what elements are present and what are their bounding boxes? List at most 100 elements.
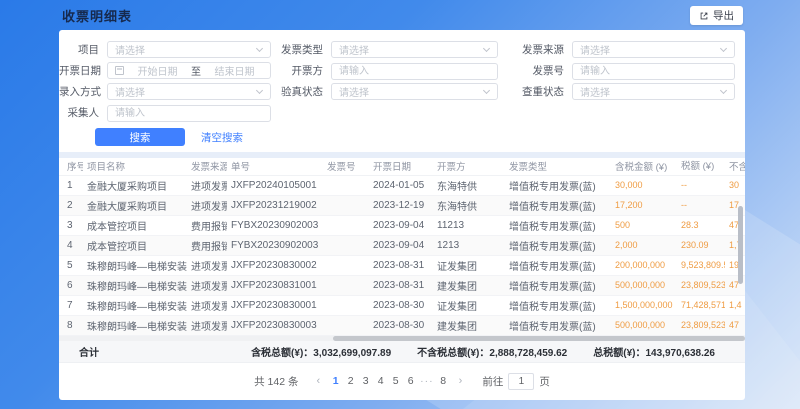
cell-tax: 9,523,809.52 [677, 255, 725, 275]
summary-amount-excl-tax: 不含税总额(¥)：2,888,728,459.62 [417, 344, 567, 359]
filter-label-entry-method: 录入方式 [59, 84, 107, 99]
search-button[interactable]: 搜索 [95, 128, 185, 146]
cell-invoice_no [323, 195, 369, 215]
chevron-down-icon [483, 88, 490, 95]
cell-tax: 23,809,523.81 [677, 315, 725, 335]
verify-status-select[interactable]: 请选择 [331, 83, 498, 100]
cell-tax: -- [677, 195, 725, 215]
page-button-4[interactable]: 4 [373, 375, 388, 387]
column-header-project: 项目名称 [83, 158, 187, 175]
cell-issuer: 建发集团 [433, 315, 505, 335]
cell-tax: 28.3 [677, 215, 725, 235]
column-header-amount_incl: 含税金额 (¥) [611, 158, 677, 175]
project-select[interactable]: 请选择 [107, 41, 271, 58]
table-row: 2金融大厦采购项目进项发票JXFP202312190022023-12-19东海… [59, 195, 745, 215]
cell-doc_no: JXFP20230830002 [227, 255, 323, 275]
issuer-input[interactable] [331, 63, 498, 80]
project-select-placeholder: 请选择 [115, 42, 145, 57]
cell-project: 珠穆朗玛峰—电梯安装 [83, 275, 187, 295]
page-title: 收票明细表 [62, 6, 132, 25]
horizontal-scrollbar[interactable] [333, 336, 745, 341]
table-header-row: 序号项目名称发票来源单号发票号开票日期开票方发票类型含税金额 (¥)税额 (¥)… [59, 158, 745, 175]
next-page-button[interactable]: › [456, 375, 466, 387]
invoice-source-select-placeholder: 请选择 [580, 42, 610, 57]
dup-status-select[interactable]: 请选择 [572, 83, 735, 100]
cell-date: 2023-08-31 [369, 275, 433, 295]
cell-no: 3 [59, 215, 83, 235]
cell-project: 珠穆朗玛峰—电梯安装 [83, 255, 187, 275]
clear-search-link[interactable]: 清空搜索 [201, 130, 243, 145]
start-date-placeholder: 开始日期 [129, 63, 186, 78]
cell-issuer: 1213 [433, 235, 505, 255]
cell-type: 增值税专用发票(蓝) [505, 215, 611, 235]
cell-type: 增值税专用发票(蓝) [505, 295, 611, 315]
cell-date: 2023-08-30 [369, 315, 433, 335]
invoice-table: 序号项目名称发票来源单号发票号开票日期开票方发票类型含税金额 (¥)税额 (¥)… [59, 158, 745, 336]
column-header-issuer: 开票方 [433, 158, 505, 175]
column-header-no: 序号 [59, 158, 83, 175]
cell-invoice_no [323, 215, 369, 235]
page-button-3[interactable]: 3 [358, 375, 373, 387]
page-button-8[interactable]: 8 [436, 375, 451, 387]
cell-invoice_no [323, 295, 369, 315]
cell-amount_incl: 30,000 [611, 175, 677, 195]
cell-tax: 23,809,523.81 [677, 275, 725, 295]
cell-type: 增值税专用发票(蓝) [505, 235, 611, 255]
cell-type: 增值税专用发票(蓝) [505, 195, 611, 215]
filter-label-issuer: 开票方 [271, 63, 331, 78]
page-button-1[interactable]: 1 [328, 375, 343, 387]
page-button-2[interactable]: 2 [343, 375, 358, 387]
cell-date: 2024-01-05 [369, 175, 433, 195]
cell-type: 增值税专用发票(蓝) [505, 255, 611, 275]
cell-invoice_no [323, 235, 369, 255]
entry-method-select[interactable]: 请选择 [107, 83, 271, 100]
prev-page-button[interactable]: ‹ [314, 375, 324, 387]
page-ellipsis[interactable]: ··· [418, 375, 436, 387]
date-range-separator: 至 [191, 63, 201, 78]
page-header: 收票明细表 导出 [0, 0, 800, 30]
collector-input[interactable] [107, 105, 271, 122]
cell-issuer: 东海特供 [433, 195, 505, 215]
cell-no: 4 [59, 235, 83, 255]
chevron-down-icon [256, 46, 263, 53]
goto-page-suffix: 页 [539, 374, 550, 389]
cell-issuer: 11213 [433, 215, 505, 235]
cell-no: 2 [59, 195, 83, 215]
cell-date: 2023-08-31 [369, 255, 433, 275]
invoice-type-select[interactable]: 请选择 [331, 41, 498, 58]
chevron-down-icon [483, 46, 490, 53]
cell-source: 进项发票 [187, 175, 227, 195]
cell-no: 6 [59, 275, 83, 295]
page-list: 123456···8 [328, 375, 451, 387]
cell-doc_no: JXFP20231219002 [227, 195, 323, 215]
cell-tax: 230.09 [677, 235, 725, 255]
table-row: 4成本管控项目费用报销FYBX202309020032023-09-041213… [59, 235, 745, 255]
cell-tax: -- [677, 175, 725, 195]
cell-amount_excl: 1,4 [725, 295, 745, 315]
page-button-6[interactable]: 6 [403, 375, 418, 387]
invoice-source-select[interactable]: 请选择 [572, 41, 735, 58]
cell-project: 成本管控项目 [83, 235, 187, 255]
vertical-scrollbar[interactable] [738, 206, 743, 284]
cell-amount_incl: 500,000,000 [611, 315, 677, 335]
filter-label-invoice-no: 发票号 [498, 63, 572, 78]
summary-total-label: 合计 [59, 344, 99, 359]
cell-doc_no: JXFP20230830003 [227, 315, 323, 335]
cell-tax: 71,428,571.43 [677, 295, 725, 315]
export-button[interactable]: 导出 [690, 6, 743, 25]
cell-project: 珠穆朗玛峰—电梯安装 [83, 315, 187, 335]
cell-project: 金融大厦采购项目 [83, 195, 187, 215]
filter-label-invoice-date: 开票日期 [59, 63, 107, 78]
table-row: 7珠穆朗玛峰—电梯安装进项发票JXFP202308300012023-08-30… [59, 295, 745, 315]
goto-page-input[interactable] [508, 373, 534, 390]
column-header-date: 开票日期 [369, 158, 433, 175]
filter-label-collector: 采集人 [59, 105, 107, 120]
invoice-date-range-picker[interactable]: 开始日期 至 结束日期 [107, 62, 271, 79]
dup-status-select-placeholder: 请选择 [580, 84, 610, 99]
cell-date: 2023-09-04 [369, 235, 433, 255]
horizontal-scrollbar-track [59, 336, 745, 341]
summary-row: 合计 含税总额(¥)：3,032,699,097.89 不含税总额(¥)：2,8… [59, 341, 745, 363]
filter-actions: 搜索 清空搜索 [95, 128, 745, 146]
invoice-no-input[interactable] [572, 63, 735, 80]
page-button-5[interactable]: 5 [388, 375, 403, 387]
